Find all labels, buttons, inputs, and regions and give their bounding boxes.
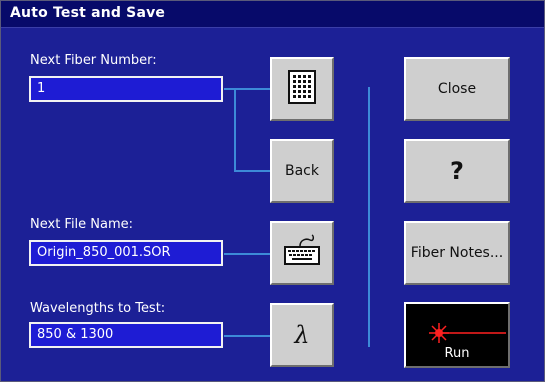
fiber-number-field[interactable]: 1 bbox=[29, 76, 223, 102]
file-name-label: Next File Name: bbox=[30, 217, 134, 232]
wavelengths-field[interactable]: 850 & 1300 bbox=[29, 322, 223, 348]
fiber-notes-button[interactable]: Fiber Notes... bbox=[404, 221, 510, 285]
wavelengths-label: Wavelengths to Test: bbox=[30, 301, 166, 316]
help-icon: ? bbox=[450, 157, 464, 185]
keypad-button[interactable] bbox=[270, 57, 334, 121]
run-button[interactable]: Run bbox=[404, 302, 510, 368]
close-button-label: Close bbox=[437, 81, 477, 97]
laser-icon bbox=[428, 322, 508, 348]
vertical-divider bbox=[368, 87, 370, 347]
connector-line bbox=[234, 88, 236, 172]
title-bar: Auto Test and Save bbox=[1, 1, 544, 28]
run-button-label: Run bbox=[444, 346, 470, 361]
help-button[interactable]: ? bbox=[404, 139, 510, 203]
auto-test-save-dialog: Auto Test and Save Next Fiber Number: 1 … bbox=[0, 0, 545, 382]
keyboard-button[interactable] bbox=[270, 221, 334, 285]
wavelength-button[interactable]: λ bbox=[270, 303, 334, 367]
back-button[interactable]: Back bbox=[270, 139, 334, 203]
keyboard-icon bbox=[282, 234, 322, 272]
keypad-icon bbox=[285, 70, 319, 108]
connector-line bbox=[224, 88, 270, 90]
close-button[interactable]: Close bbox=[404, 57, 510, 121]
fiber-number-label: Next Fiber Number: bbox=[30, 53, 157, 68]
window-title: Auto Test and Save bbox=[10, 5, 166, 21]
back-button-label: Back bbox=[285, 163, 319, 179]
connector-line bbox=[224, 253, 270, 255]
connector-line bbox=[224, 335, 270, 337]
lambda-icon: λ bbox=[294, 321, 310, 349]
connector-line bbox=[234, 170, 270, 172]
fiber-notes-button-label: Fiber Notes... bbox=[410, 245, 504, 261]
file-name-field[interactable]: Origin_850_001.SOR bbox=[29, 240, 223, 266]
